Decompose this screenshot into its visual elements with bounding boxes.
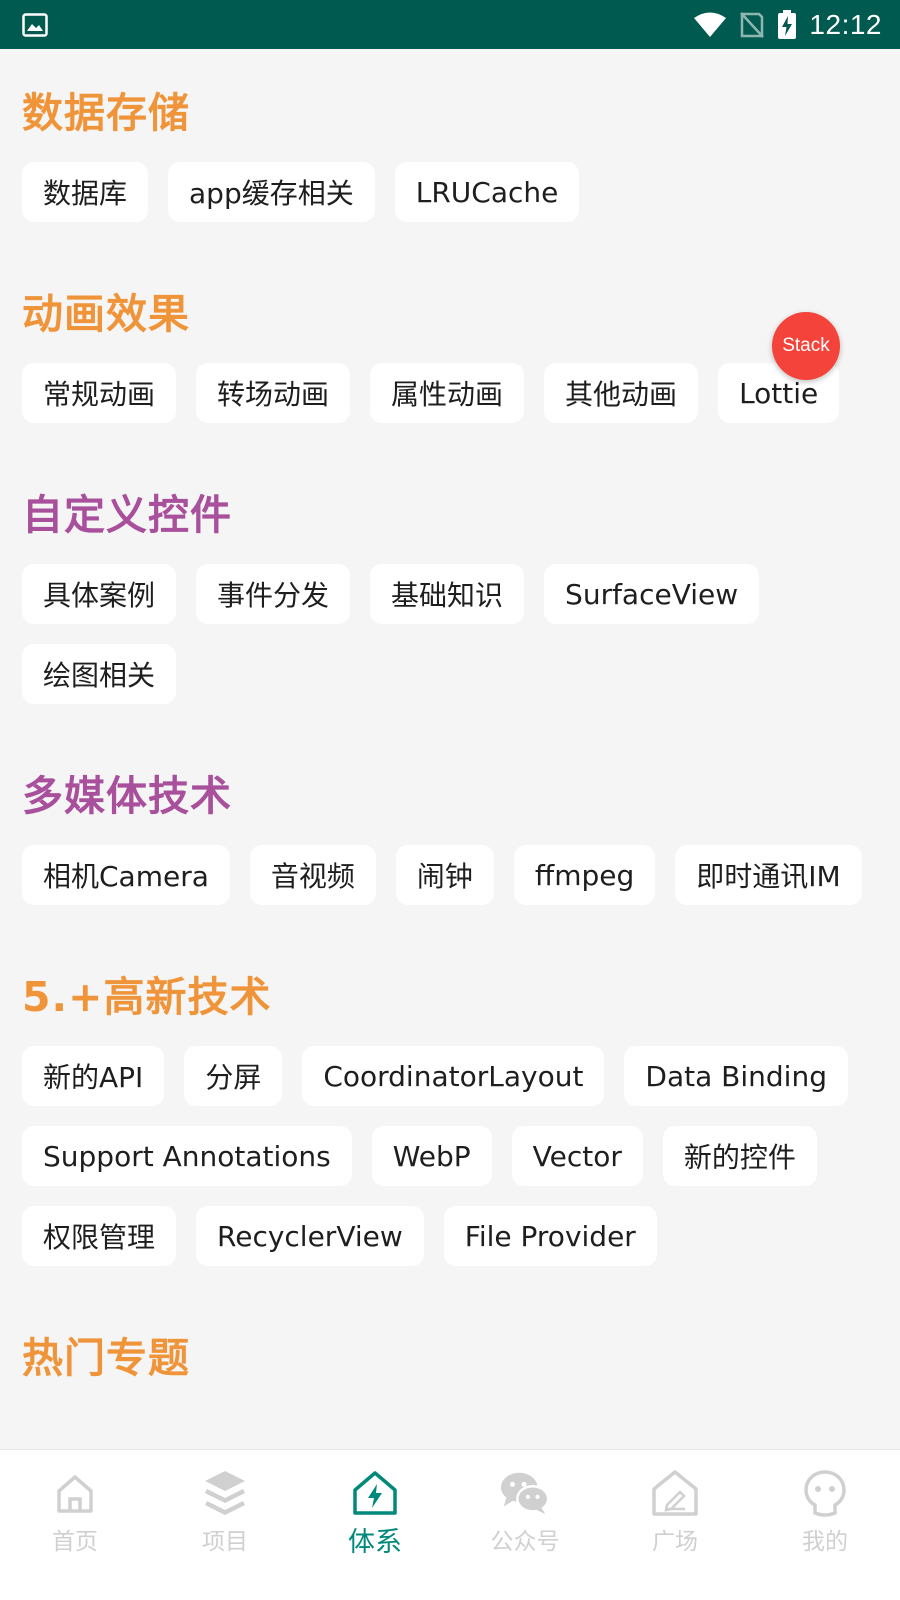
- nav-label-system: 体系: [348, 1527, 402, 1558]
- nav-label-mine: 我的: [802, 1529, 848, 1555]
- knowledge-system-list[interactable]: 数据存储 数据库 app缓存相关 LRUCache 动画效果 常规动画 转场动画 属性动画 其他…: [0, 49, 900, 1479]
- section-title: 多媒体技术: [22, 772, 232, 820]
- topic-chip[interactable]: 具体案例: [22, 564, 177, 624]
- app-screen: 12:12 数据存储 数据库 app缓存相关 LRUCache 动画效果 常规动画 转场动画…: [0, 0, 900, 1600]
- chip-group: 新的API 分屏 CoordinatorLayout Data Binding Supp…: [22, 1046, 878, 1266]
- home-icon: [49, 1468, 101, 1518]
- section-title: 自定义控件: [22, 491, 232, 539]
- topic-chip[interactable]: 数据库: [22, 162, 149, 222]
- nav-label-projects: 项目: [202, 1529, 248, 1555]
- layers-icon: [199, 1468, 251, 1518]
- nav-tab-square[interactable]: 广场: [600, 1468, 750, 1556]
- stack-float-label: Stack: [782, 335, 830, 356]
- topic-chip[interactable]: 相机Camera: [22, 845, 230, 905]
- topic-chip[interactable]: 权限管理: [22, 1206, 177, 1266]
- topic-chip[interactable]: Support Annotations: [22, 1126, 352, 1186]
- nav-label-wechat: 公众号: [490, 1529, 560, 1555]
- topic-chip[interactable]: 分屏: [184, 1046, 283, 1106]
- section-title: 热门专题: [22, 1334, 190, 1382]
- chip-group: 具体案例 事件分发 基础知识 SurfaceView 绘图相关: [22, 564, 878, 704]
- topic-chip[interactable]: RecyclerView: [196, 1206, 424, 1266]
- battery-charging-icon: [777, 9, 797, 40]
- topic-chip[interactable]: 属性动画: [370, 363, 525, 423]
- topic-chip[interactable]: Data Binding: [624, 1046, 848, 1106]
- chip-group: 常规动画 转场动画 属性动画 其他动画 Lottie: [22, 363, 878, 423]
- status-time: 12:12: [809, 8, 882, 40]
- nav-tab-home[interactable]: 首页: [0, 1468, 150, 1556]
- topic-chip[interactable]: 新的控件: [662, 1126, 817, 1186]
- topic-chip[interactable]: File Provider: [443, 1206, 657, 1266]
- topic-chip[interactable]: 音视频: [249, 845, 376, 905]
- stack-float-button[interactable]: Stack: [772, 312, 840, 380]
- topic-chip[interactable]: 新的API: [22, 1046, 165, 1106]
- section-title: 数据存储: [22, 89, 190, 137]
- topic-chip[interactable]: 闹钟: [395, 845, 494, 905]
- topic-chip[interactable]: LRUCache: [394, 162, 580, 222]
- category-section: 自定义控件 具体案例 事件分发 基础知识 SurfaceView 绘图相关: [22, 495, 878, 704]
- no-signal-icon: [739, 11, 765, 39]
- topic-chip[interactable]: 其他动画: [544, 363, 699, 423]
- section-title: 动画效果: [22, 290, 190, 338]
- wechat-icon: [499, 1468, 551, 1518]
- nav-tab-wechat[interactable]: 公众号: [450, 1468, 600, 1556]
- wifi-icon: [693, 12, 727, 38]
- nav-label-square: 广场: [652, 1529, 698, 1555]
- topic-chip[interactable]: SurfaceView: [544, 564, 760, 624]
- topic-chip[interactable]: 事件分发: [196, 564, 351, 624]
- profile-face-icon: [799, 1468, 851, 1518]
- nav-tab-projects[interactable]: 项目: [150, 1468, 300, 1556]
- topic-chip[interactable]: 常规动画: [22, 363, 177, 423]
- category-section: 多媒体技术 相机Camera 音视频 闹钟 ffmpeg 即时通讯IM: [22, 776, 878, 905]
- chip-group: 数据库 app缓存相关 LRUCache: [22, 162, 878, 222]
- category-section: 热门专题: [22, 1338, 878, 1379]
- bottom-navigation: 首页 项目 体系 公众号 广场 我的: [0, 1449, 900, 1600]
- square-house-icon: [649, 1468, 701, 1518]
- category-section: 5.+高新技术 新的API 分屏 CoordinatorLayout Data Bind…: [22, 977, 878, 1266]
- status-bar: 12:12: [0, 0, 900, 49]
- topic-chip[interactable]: 转场动画: [196, 363, 351, 423]
- image-icon: [22, 12, 48, 37]
- section-title: 5.+高新技术: [22, 973, 272, 1021]
- topic-chip[interactable]: WebP: [371, 1126, 492, 1186]
- category-section: 动画效果 常规动画 转场动画 属性动画 其他动画 Lottie: [22, 294, 878, 423]
- topic-chip[interactable]: app缓存相关: [168, 162, 375, 222]
- nav-tab-system[interactable]: 体系: [300, 1468, 450, 1559]
- topic-chip[interactable]: Vector: [511, 1126, 643, 1186]
- topic-chip[interactable]: CoordinatorLayout: [302, 1046, 605, 1106]
- category-section: 数据存储 数据库 app缓存相关 LRUCache: [22, 93, 878, 222]
- nav-label-home: 首页: [52, 1529, 98, 1555]
- topic-chip[interactable]: ffmpeg: [513, 845, 656, 905]
- topic-chip[interactable]: 即时通讯IM: [675, 845, 862, 905]
- topic-chip[interactable]: 绘图相关: [22, 644, 177, 704]
- chip-group: 相机Camera 音视频 闹钟 ffmpeg 即时通讯IM: [22, 845, 878, 905]
- nav-tab-mine[interactable]: 我的: [750, 1468, 900, 1556]
- system-house-bolt-icon: [349, 1468, 401, 1518]
- topic-chip[interactable]: 基础知识: [370, 564, 525, 624]
